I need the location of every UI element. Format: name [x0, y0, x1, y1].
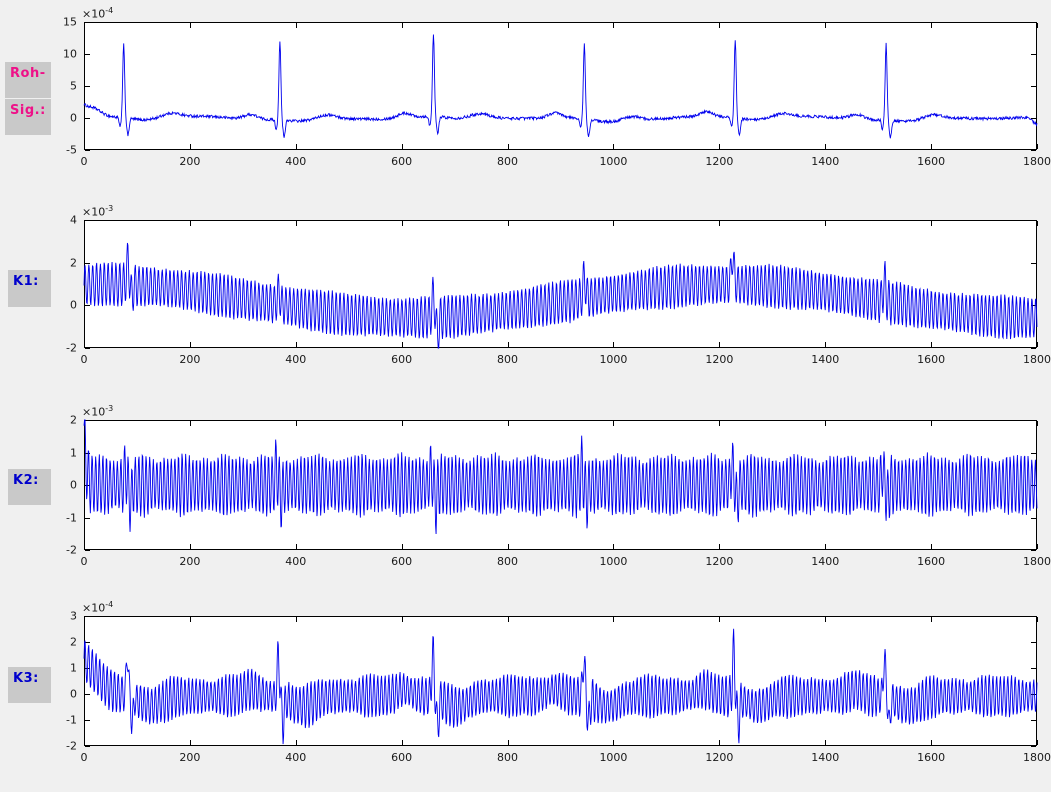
matlab-figure: Roh- Sig.: K1: K2: K3: ×10-4 02004006008…	[0, 0, 1051, 792]
y-tick-label: 1	[70, 662, 77, 675]
label-sig: Sig.:	[5, 99, 51, 135]
y-tick-label: 10	[63, 48, 77, 61]
y-tick-label: 5	[70, 80, 77, 93]
x-tick-label: 1800	[1023, 555, 1051, 568]
label-k2: K2:	[8, 469, 51, 505]
y-axis-exponent: ×10-4	[82, 600, 113, 615]
x-tick-label: 1600	[917, 353, 945, 366]
x-tick-label: 1800	[1023, 353, 1051, 366]
y-tick-label: -1	[66, 511, 77, 524]
y-tick-label: -5	[66, 144, 77, 157]
x-tick-label: 1800	[1023, 155, 1051, 168]
label-k1: K1:	[8, 270, 51, 307]
x-tick-label: 800	[497, 555, 518, 568]
x-tick-label: 1200	[705, 751, 733, 764]
signal-plot-svg	[84, 220, 1037, 348]
x-tick-label: 400	[285, 155, 306, 168]
signal-line	[84, 420, 1037, 534]
y-tick-label: 0	[70, 112, 77, 125]
x-tick-label: 200	[179, 751, 200, 764]
y-tick-label: 2	[70, 636, 77, 649]
y-tick-label: -1	[66, 714, 77, 727]
y-axis-exponent: ×10-3	[82, 204, 113, 219]
x-tick-label: 0	[81, 555, 88, 568]
x-tick-label: 1800	[1023, 751, 1051, 764]
y-tick-label: -2	[66, 342, 77, 355]
x-tick-label: 200	[179, 353, 200, 366]
y-axis-exponent: ×10-4	[82, 6, 113, 21]
signal-line	[84, 34, 1037, 138]
x-tick-label: 400	[285, 555, 306, 568]
x-tick-label: 400	[285, 751, 306, 764]
y-tick-label: -2	[66, 740, 77, 753]
x-tick-label: 1200	[705, 353, 733, 366]
panel-roh-signal: ×10-4 020040060080010001200140016001800-…	[84, 22, 1037, 150]
x-tick-label: 1000	[599, 751, 627, 764]
x-tick-label: 600	[391, 555, 412, 568]
y-tick-label: 1	[70, 446, 77, 459]
panel-k3: ×10-4 020040060080010001200140016001800-…	[84, 616, 1037, 746]
x-tick-label: 600	[391, 155, 412, 168]
panel-k2: ×10-3 020040060080010001200140016001800-…	[84, 420, 1037, 550]
x-tick-label: 1400	[811, 155, 839, 168]
x-tick-label: 1000	[599, 555, 627, 568]
y-tick-label: 3	[70, 610, 77, 623]
x-tick-label: 1600	[917, 155, 945, 168]
x-tick-label: 0	[81, 353, 88, 366]
y-axis-exponent: ×10-3	[82, 404, 113, 419]
x-tick-label: 0	[81, 155, 88, 168]
y-tick-label: 15	[63, 16, 77, 29]
signal-line	[84, 243, 1037, 348]
signal-plot-svg	[84, 22, 1037, 150]
panel-k1: ×10-3 020040060080010001200140016001800-…	[84, 220, 1037, 348]
x-tick-label: 1600	[917, 555, 945, 568]
axes-box	[85, 617, 1037, 746]
x-tick-label: 1200	[705, 155, 733, 168]
x-tick-label: 600	[391, 353, 412, 366]
signal-plot-svg	[84, 616, 1037, 746]
x-tick-label: 800	[497, 353, 518, 366]
x-tick-label: 600	[391, 751, 412, 764]
y-tick-label: 2	[70, 256, 77, 269]
x-tick-label: 1400	[811, 751, 839, 764]
signal-plot-svg	[84, 420, 1037, 550]
x-tick-label: 1000	[599, 155, 627, 168]
y-tick-label: -2	[66, 544, 77, 557]
y-tick-label: 0	[70, 299, 77, 312]
x-tick-label: 0	[81, 751, 88, 764]
label-k3: K3:	[8, 667, 51, 703]
x-tick-label: 1400	[811, 353, 839, 366]
y-tick-label: 0	[70, 479, 77, 492]
y-tick-label: 4	[70, 214, 77, 227]
x-tick-label: 200	[179, 155, 200, 168]
x-tick-label: 1000	[599, 353, 627, 366]
x-tick-label: 800	[497, 155, 518, 168]
x-tick-label: 1600	[917, 751, 945, 764]
x-tick-label: 400	[285, 353, 306, 366]
x-tick-label: 1400	[811, 555, 839, 568]
x-tick-label: 800	[497, 751, 518, 764]
y-tick-label: 2	[70, 414, 77, 427]
x-tick-label: 1200	[705, 555, 733, 568]
axes-box	[85, 23, 1037, 150]
x-tick-label: 200	[179, 555, 200, 568]
signal-line	[84, 629, 1037, 744]
y-tick-label: 0	[70, 688, 77, 701]
label-roh: Roh-	[5, 62, 51, 98]
